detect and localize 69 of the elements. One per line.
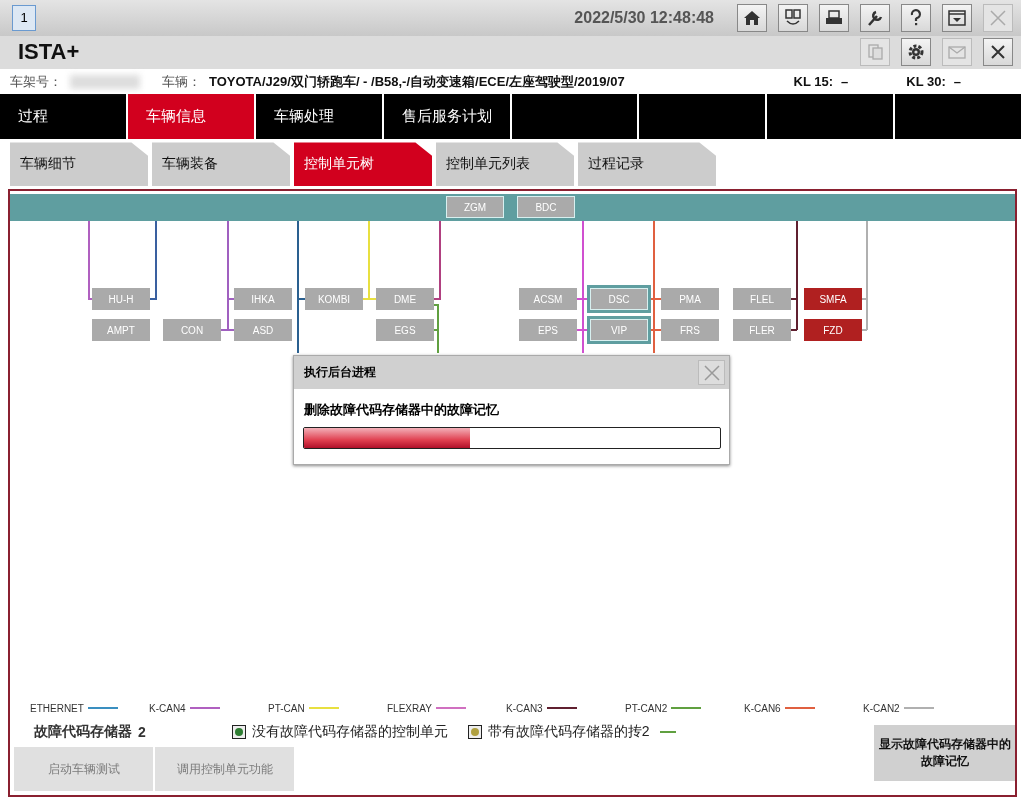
- legend-label: K-CAN2: [863, 702, 900, 714]
- legend-label: K-CAN4: [149, 702, 186, 714]
- vin-label: 车架号：: [10, 72, 62, 91]
- legend-label: PT-CAN: [268, 702, 305, 714]
- ecu-node[interactable]: EGS: [376, 319, 434, 341]
- sub-tab[interactable]: 控制单元树: [294, 142, 432, 187]
- main-tab[interactable]: 车辆信息: [127, 94, 254, 140]
- document-icon: [865, 42, 885, 63]
- sub-tab[interactable]: 车辆细节: [10, 142, 148, 187]
- ecu-node[interactable]: SMFA: [804, 288, 862, 310]
- sub-tab[interactable]: 控制单元列表: [436, 142, 574, 187]
- ecu-node[interactable]: IHKA: [234, 288, 292, 310]
- legend-label: K-CAN6: [744, 702, 781, 714]
- close-button[interactable]: [983, 38, 1013, 67]
- main-tab[interactable]: 售后服务计划: [383, 94, 510, 140]
- ecu-node[interactable]: ACSM: [519, 288, 577, 310]
- sub-tab[interactable]: 车辆装备: [152, 142, 290, 187]
- ecu-node[interactable]: FZD: [804, 319, 862, 341]
- ecu-node[interactable]: KOMBI: [305, 288, 363, 310]
- ecu-node[interactable]: CON: [163, 319, 221, 341]
- ecu-node[interactable]: DSC: [590, 288, 648, 310]
- kl15-label: KL 15:: [793, 74, 834, 90]
- ecu-node[interactable]: PMA: [661, 288, 719, 310]
- legend-label: PT-CAN2: [625, 702, 668, 714]
- status-legend-label: 带有故障代码存储器的抟2: [487, 723, 650, 741]
- legend-label: FLEXRAY: [387, 702, 432, 714]
- legend-label: ETHERNET: [30, 702, 84, 714]
- vehicle-value: TOYOTA/J29/双门轿跑车/ - /B58,-/自动变速箱/ECE/左座驾驶型/2019/07: [209, 72, 625, 91]
- ecu-node[interactable]: FRS: [661, 319, 719, 341]
- app-title: ISTA+: [18, 39, 80, 66]
- dialog-title: 执行后台进程: [304, 364, 376, 381]
- window-menu-button[interactable]: [942, 3, 972, 32]
- settings-button[interactable]: [901, 38, 931, 67]
- home-button[interactable]: [737, 3, 767, 32]
- ecu-node[interactable]: FLEL: [733, 288, 791, 310]
- help-button[interactable]: [901, 3, 931, 32]
- legend-line: [659, 731, 676, 733]
- show-fault-memory-button[interactable]: 显示故障代码存储器中的故障记忆: [874, 725, 1015, 781]
- status-legend-label: 没有故障代码存储器的控制单元: [251, 723, 448, 741]
- ecu-node[interactable]: BDC: [517, 196, 575, 218]
- kl30-label: KL 30:: [906, 74, 946, 90]
- ecu-switch-button[interactable]: [778, 3, 808, 32]
- sub-tab[interactable]: 过程记录: [578, 142, 716, 187]
- chip-swap-icon: [783, 7, 803, 28]
- ecu-node[interactable]: AMPT: [92, 319, 150, 341]
- main-tab[interactable]: 车辆处理: [255, 94, 382, 140]
- vehicle-label: 车辆：: [162, 72, 201, 91]
- close-icon: [701, 362, 722, 383]
- main-tab[interactable]: 过程: [0, 94, 126, 140]
- service-button[interactable]: [860, 3, 890, 32]
- print-button[interactable]: [819, 3, 849, 32]
- close-icon: [988, 7, 1008, 28]
- kl30-value: –: [953, 74, 961, 90]
- redacted-value: [70, 74, 140, 89]
- ecu-node[interactable]: FLER: [733, 319, 791, 341]
- fault-memory-count: 2: [138, 724, 146, 740]
- ecu-node[interactable]: ASD: [234, 319, 292, 341]
- datetime: 2022/5/30 12:48:48: [574, 8, 714, 27]
- ecu-node[interactable]: VIP: [590, 319, 648, 341]
- legend-label: K-CAN3: [506, 702, 543, 714]
- kl15-value: –: [841, 74, 849, 90]
- window-number-button[interactable]: 1: [12, 4, 36, 31]
- dropdown-window-icon: [947, 7, 967, 28]
- ecu-node[interactable]: ZGM: [446, 196, 504, 218]
- ecu-node[interactable]: EPS: [519, 319, 577, 341]
- fault-memory-label: 故障代码存储器: [34, 723, 132, 741]
- dialog-message: 删除故障代码存储器中的故障记忆: [304, 401, 500, 419]
- ecu-node[interactable]: HU-H: [92, 288, 150, 310]
- ecu-node[interactable]: DME: [376, 288, 434, 310]
